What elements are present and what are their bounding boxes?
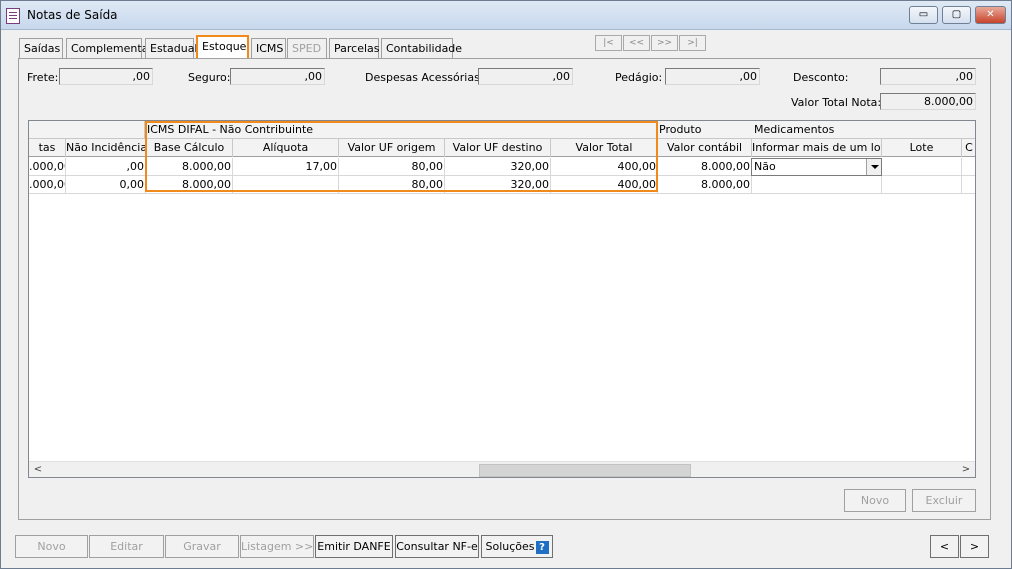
informar-lote-select[interactable]: Não bbox=[751, 158, 882, 176]
frete-field[interactable]: ,00 bbox=[59, 68, 153, 85]
items-grid: ICMS DIFAL - Não Contribuinte Produto Me… bbox=[28, 120, 976, 478]
group-header-produto: Produto bbox=[659, 123, 702, 136]
grid-excluir-button[interactable]: Excluir bbox=[912, 489, 976, 512]
cell-valor-uf-destino[interactable]: 320,00 bbox=[445, 176, 551, 194]
pedagio-label: Pedágio: bbox=[615, 71, 663, 84]
nav-first-button[interactable]: |< bbox=[595, 35, 622, 51]
col-header-aliquota[interactable]: Alíquota bbox=[233, 139, 339, 157]
col-header-nao-incidencia[interactable]: Não Incidência bbox=[66, 139, 146, 157]
cell-valor-contabil[interactable]: 8.000,00 bbox=[658, 158, 752, 176]
nav-prev-button[interactable]: << bbox=[623, 35, 650, 51]
notas-de-saida-window: Notas de Saída ▭ ▢ ✕ Saídas Complementar… bbox=[0, 0, 1012, 569]
cell-nao-incidencia[interactable]: ,00 bbox=[66, 158, 146, 176]
desconto-field[interactable]: ,00 bbox=[880, 68, 976, 85]
window-title: Notas de Saída bbox=[27, 8, 118, 22]
horizontal-scrollbar[interactable]: < > bbox=[29, 461, 975, 477]
cell-tas[interactable]: .000,00 bbox=[29, 158, 66, 176]
col-header-valor-uf-origem[interactable]: Valor UF origem bbox=[339, 139, 445, 157]
cell-informar-lote[interactable] bbox=[752, 176, 882, 194]
cell-valor-contabil[interactable]: 8.000,00 bbox=[658, 176, 752, 194]
cell-lote[interactable] bbox=[882, 176, 962, 194]
cell-tas[interactable]: .000,00 bbox=[29, 176, 66, 194]
prev-record-button[interactable]: < bbox=[930, 535, 959, 558]
editar-button[interactable]: Editar bbox=[89, 535, 164, 558]
listagem-button[interactable]: Listagem >> bbox=[240, 535, 314, 558]
tab-icms[interactable]: ICMS bbox=[251, 38, 286, 58]
tab-contabilidade[interactable]: Contabilidade bbox=[381, 38, 462, 58]
table-row[interactable]: .000,00 0,00 8.000,00 80,00 320,00 400,0… bbox=[29, 176, 975, 194]
group-header-icms-difal: ICMS DIFAL - Não Contribuinte bbox=[147, 123, 314, 136]
informar-lote-value: Não bbox=[754, 160, 776, 173]
cell-valor-uf-origem[interactable]: 80,00 bbox=[339, 158, 445, 176]
col-header-informar-lote[interactable]: Informar mais de um lote bbox=[752, 139, 882, 157]
col-header-valor-total[interactable]: Valor Total bbox=[551, 139, 658, 157]
consultar-nfe-button[interactable]: Consultar NF-e bbox=[395, 535, 479, 558]
valor-total-label: Valor Total Nota: bbox=[791, 96, 882, 109]
tab-sped: SPED bbox=[287, 38, 327, 58]
tab-parcelas[interactable]: Parcelas bbox=[329, 38, 380, 58]
cell-base-calculo[interactable]: 8.000,00 bbox=[146, 158, 233, 176]
emitir-danfe-button[interactable]: Emitir DANFE bbox=[315, 535, 393, 558]
group-header-blank bbox=[29, 121, 145, 139]
tab-saidas[interactable]: Saídas bbox=[19, 38, 63, 58]
cell-valor-uf-origem[interactable]: 80,00 bbox=[339, 176, 445, 194]
scroll-left-icon[interactable]: < bbox=[32, 464, 44, 476]
document-icon bbox=[6, 8, 20, 24]
grid-novo-button[interactable]: Novo bbox=[844, 489, 906, 512]
frete-label: Frete: bbox=[27, 71, 59, 84]
valor-total-field: 8.000,00 bbox=[880, 93, 976, 110]
cell-valor-total[interactable]: 400,00 bbox=[551, 176, 658, 194]
next-record-button[interactable]: > bbox=[960, 535, 989, 558]
seguro-label: Seguro: bbox=[188, 71, 231, 84]
title-bar: Notas de Saída ▭ ▢ ✕ bbox=[1, 1, 1011, 30]
col-header-valor-uf-destino[interactable]: Valor UF destino bbox=[445, 139, 551, 157]
novo-button[interactable]: Novo bbox=[15, 535, 88, 558]
col-header-base-calculo[interactable]: Base Cálculo bbox=[146, 139, 233, 157]
grid-group-header: ICMS DIFAL - Não Contribuinte Produto Me… bbox=[29, 121, 975, 139]
cell-aliquota[interactable] bbox=[233, 176, 339, 194]
pedagio-field[interactable]: ,00 bbox=[665, 68, 760, 85]
col-header-c[interactable]: C bbox=[962, 139, 975, 157]
solucoes-label: Soluções bbox=[485, 540, 535, 553]
solucoes-button[interactable]: Soluções? bbox=[481, 535, 553, 558]
nav-next-button[interactable]: >> bbox=[651, 35, 678, 51]
chevron-down-icon[interactable] bbox=[866, 159, 881, 175]
despesas-label: Despesas Acessórias: bbox=[365, 71, 484, 84]
cell-base-calculo[interactable]: 8.000,00 bbox=[146, 176, 233, 194]
seguro-field[interactable]: ,00 bbox=[230, 68, 325, 85]
close-button[interactable]: ✕ bbox=[975, 6, 1006, 24]
cell-valor-uf-destino[interactable]: 320,00 bbox=[445, 158, 551, 176]
cell-nao-incidencia[interactable]: 0,00 bbox=[66, 176, 146, 194]
scroll-right-icon[interactable]: > bbox=[960, 464, 972, 476]
scroll-thumb[interactable] bbox=[479, 464, 691, 477]
col-header-lote[interactable]: Lote bbox=[882, 139, 962, 157]
tab-estoque[interactable]: Estoque bbox=[196, 35, 249, 58]
tab-estadual[interactable]: Estadual bbox=[145, 38, 198, 58]
gravar-button[interactable]: Gravar bbox=[165, 535, 239, 558]
nav-last-button[interactable]: >| bbox=[679, 35, 706, 51]
desconto-label: Desconto: bbox=[793, 71, 849, 84]
table-row[interactable]: .000,00 ,00 8.000,00 17,00 80,00 320,00 … bbox=[29, 158, 975, 176]
col-header-valor-contabil[interactable]: Valor contábil bbox=[658, 139, 752, 157]
help-icon: ? bbox=[535, 540, 549, 554]
tab-complementar[interactable]: Complementar bbox=[66, 38, 153, 58]
cell-valor-total[interactable]: 400,00 bbox=[551, 158, 658, 176]
group-header-medicamentos: Medicamentos bbox=[754, 123, 835, 136]
col-header-tas[interactable]: tas bbox=[29, 139, 66, 157]
despesas-field[interactable]: ,00 bbox=[478, 68, 573, 85]
cell-lote[interactable] bbox=[882, 158, 962, 176]
maximize-button[interactable]: ▢ bbox=[942, 6, 971, 24]
minimize-button[interactable]: ▭ bbox=[909, 6, 938, 24]
grid-column-header: tas Não Incidência Base Cálculo Alíquota… bbox=[29, 139, 975, 157]
cell-aliquota[interactable]: 17,00 bbox=[233, 158, 339, 176]
